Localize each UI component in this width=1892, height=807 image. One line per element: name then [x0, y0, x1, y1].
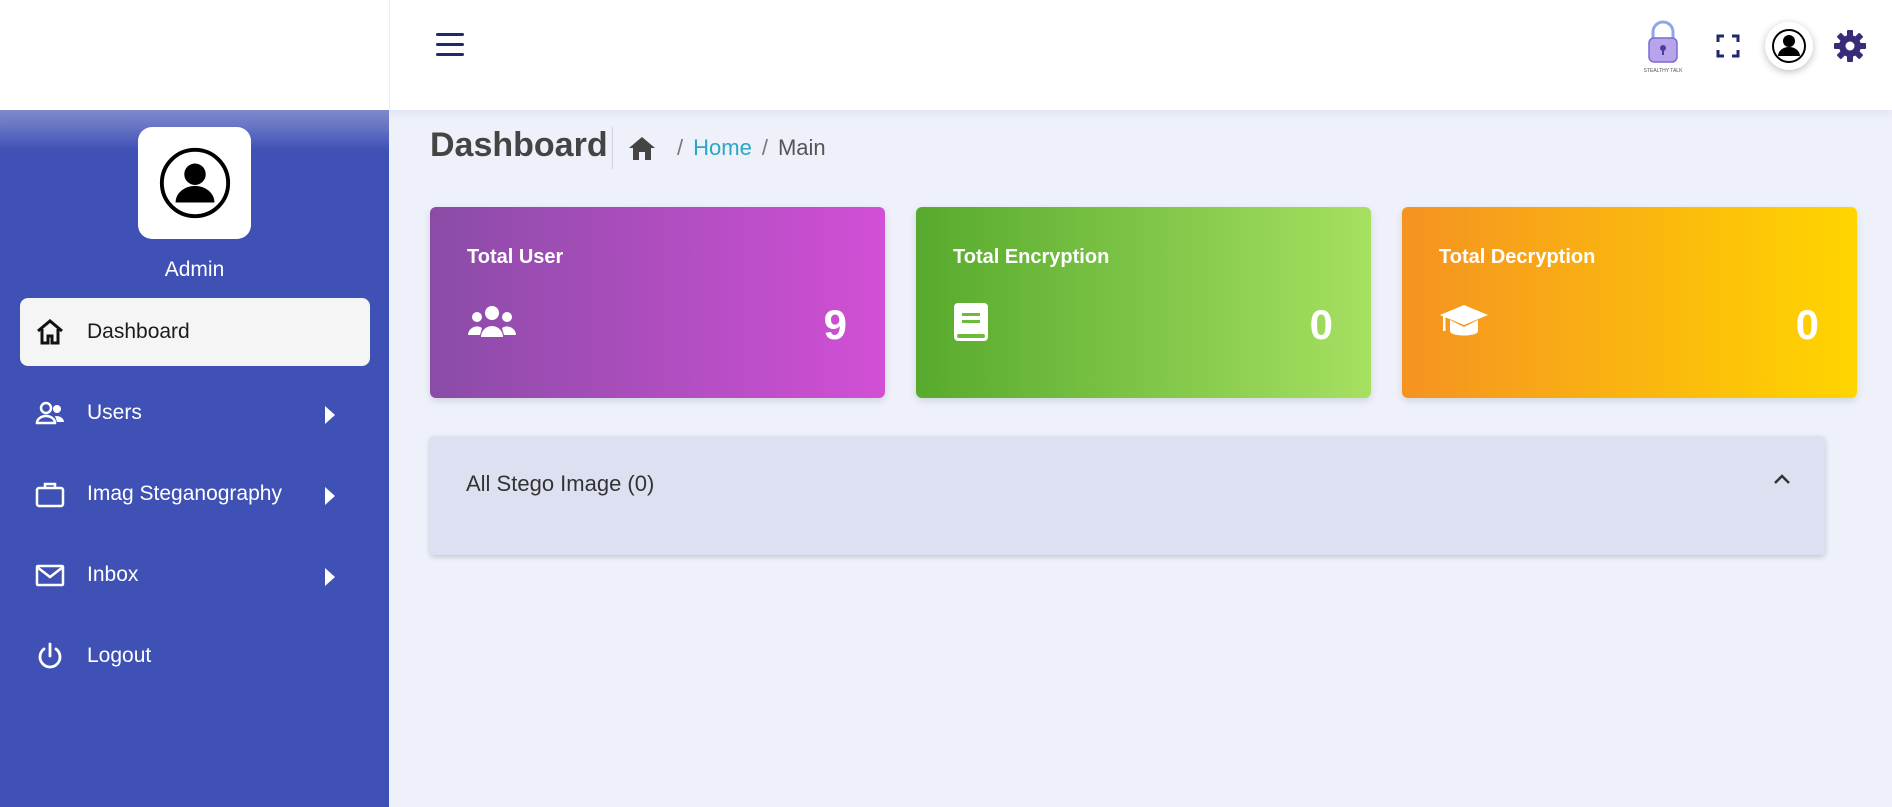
- stego-image-panel: All Stego Image (0): [430, 436, 1825, 555]
- profile-avatar[interactable]: [138, 127, 251, 239]
- briefcase-icon: [35, 482, 65, 508]
- total-user-card[interactable]: Total User 9: [430, 207, 885, 398]
- total-encryption-card[interactable]: Total Encryption 0: [916, 207, 1371, 398]
- logo-text: STEALTHY TALK: [1644, 68, 1683, 74]
- brand-area: [0, 0, 390, 110]
- users-icon: [35, 401, 65, 425]
- breadcrumb-separator: /: [761, 135, 768, 160]
- sidebar-item-label: Dashboard: [87, 320, 190, 343]
- lock-logo-icon: STEALTHY TALK: [1644, 20, 1683, 74]
- header-avatar-button[interactable]: [1765, 22, 1813, 70]
- title-divider: [612, 127, 613, 169]
- chevron-up-icon[interactable]: [1770, 468, 1794, 492]
- card-title: Total User: [467, 246, 564, 268]
- card-value: 0: [1309, 301, 1333, 348]
- sidebar-item-users[interactable]: Users: [20, 379, 370, 447]
- caret-right-icon: [325, 568, 335, 586]
- breadcrumb-current: Main: [777, 135, 826, 160]
- breadcrumb-home-link[interactable]: Home: [693, 135, 752, 161]
- card-value: 0: [1795, 301, 1819, 348]
- sidebar-item-dashboard[interactable]: Dashboard: [20, 298, 370, 366]
- graduation-cap-icon: [1440, 305, 1488, 336]
- sidebar: Admin Dashboard Users Imag Steganography: [0, 110, 389, 807]
- sidebar-item-label: Users: [87, 401, 142, 424]
- power-icon: [38, 642, 62, 669]
- book-icon: [954, 303, 988, 341]
- fullscreen-icon[interactable]: [1715, 33, 1741, 59]
- card-value: 9: [823, 301, 847, 348]
- sidebar-item-inbox[interactable]: Inbox: [20, 541, 370, 609]
- total-decryption-card[interactable]: Total Decryption 0: [1402, 207, 1857, 398]
- profile-name: Admin: [164, 258, 225, 281]
- sidebar-item-label: Inbox: [87, 563, 139, 586]
- user-avatar-icon: [159, 147, 230, 219]
- users-group-icon: [468, 306, 516, 337]
- page-title: Dashboard: [430, 126, 608, 164]
- breadcrumb: / Home / Main: [627, 128, 826, 168]
- panel-title: All Stego Image (0): [466, 471, 655, 496]
- hamburger-menu-icon[interactable]: [436, 33, 466, 59]
- user-avatar-icon: [1772, 29, 1806, 63]
- sidebar-item-logout[interactable]: Logout: [20, 622, 370, 690]
- sidebar-item-label: Imag Steganography: [87, 482, 282, 505]
- caret-right-icon: [325, 406, 335, 424]
- mail-icon: [35, 564, 65, 587]
- card-title: Total Encryption: [953, 246, 1110, 268]
- gear-icon[interactable]: [1833, 29, 1867, 63]
- caret-right-icon: [325, 487, 335, 505]
- card-title: Total Decryption: [1439, 246, 1596, 268]
- breadcrumb-separator: /: [677, 135, 684, 160]
- top-header: STEALTHY TALK: [0, 0, 1892, 110]
- sidebar-item-label: Logout: [87, 644, 152, 667]
- sidebar-item-imag-steganography[interactable]: Imag Steganography: [20, 460, 370, 528]
- home-icon: [37, 319, 63, 345]
- home-icon[interactable]: [627, 134, 657, 162]
